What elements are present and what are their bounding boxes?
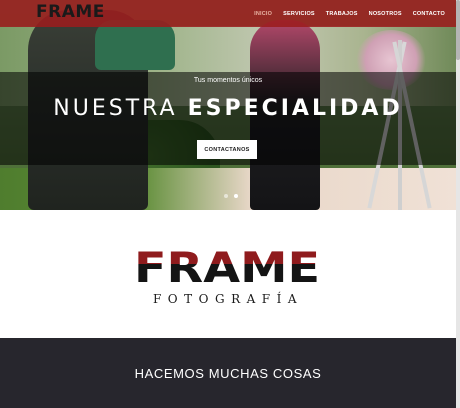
- scrollbar-thumb[interactable]: [456, 0, 460, 60]
- slider-dot-2[interactable]: [234, 194, 238, 198]
- hero-photographer-shirt: [95, 20, 175, 70]
- section-title: HACEMOS MUCHAS COSAS: [134, 366, 322, 381]
- hero-tagline: Tus momentos únicos: [193, 77, 263, 84]
- nav-item-servicios[interactable]: SERVICIOS: [283, 11, 315, 17]
- page-scrollbar[interactable]: [456, 0, 460, 408]
- brand-subtitle: FOTOGRAFÍA: [152, 292, 304, 306]
- nav-item-inicio[interactable]: INICIO: [254, 11, 272, 17]
- contact-button[interactable]: CONTACTANOS: [197, 140, 257, 159]
- frame-brand-logo: FRAME FRAME: [134, 245, 320, 285]
- top-navbar: FRAME INICIO SERVICIOS TRABAJOS NOSOTROS…: [0, 0, 456, 27]
- hero-headline-bold: ESPECIALIDAD: [187, 96, 403, 121]
- hero-headline: NUESTRA ESPECIALIDAD: [0, 96, 456, 121]
- nav-item-trabajos[interactable]: TRABAJOS: [326, 11, 358, 17]
- brand-section: FRAME FRAME FOTOGRAFÍA: [0, 210, 456, 338]
- nav-item-nosotros[interactable]: NOSOTROS: [369, 11, 402, 17]
- site-logo[interactable]: FRAME: [36, 2, 105, 22]
- hero-slider: Tus momentos únicos NUESTRA ESPECIALIDAD…: [0, 0, 456, 210]
- slider-dot-1[interactable]: [224, 194, 228, 198]
- main-nav: INICIO SERVICIOS TRABAJOS NOSOTROS CONTA…: [254, 0, 456, 27]
- nav-item-contacto[interactable]: CONTACTO: [413, 11, 445, 17]
- hero-headline-light: NUESTRA: [53, 96, 178, 121]
- services-section: HACEMOS MUCHAS COSAS: [0, 338, 456, 408]
- slider-dots: [224, 194, 238, 198]
